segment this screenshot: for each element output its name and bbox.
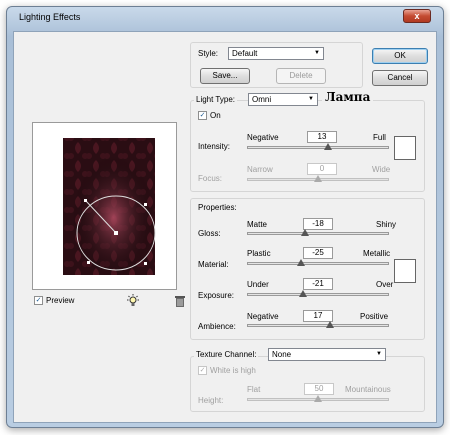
material-max-label: Metallic: [363, 249, 391, 258]
focus-max-label: Wide: [372, 165, 391, 174]
dialog-client-area: ✓ Preview OK Cancel Style: Default ▼ Sav…: [13, 31, 437, 423]
white-is-high-label: White is high: [210, 366, 256, 375]
chevron-down-icon: ▼: [308, 96, 314, 102]
save-button[interactable]: Save...: [200, 68, 250, 84]
texture-channel-value: None: [272, 350, 292, 359]
gloss-max-label: Shiny: [376, 220, 397, 229]
close-icon: x: [414, 11, 420, 21]
light-handle: [84, 199, 87, 202]
title-bar: Lighting Effects x: [7, 7, 443, 29]
lamp-annotation: Лампа: [322, 90, 374, 104]
focus-value: 0: [307, 163, 337, 175]
intensity-max-label: Full: [373, 133, 386, 142]
lighting-effects-dialog: Lighting Effects x ✓ Preview OK Cancel S…: [6, 6, 444, 428]
light-on-checkbox[interactable]: ✓: [198, 111, 207, 120]
texture-channel-label: Texture Channel:: [194, 350, 259, 359]
material-value[interactable]: -25: [303, 247, 333, 259]
slider-thumb[interactable]: [299, 290, 308, 297]
light-handle: [144, 262, 147, 265]
slider-thumb[interactable]: [325, 321, 334, 328]
close-button[interactable]: x: [403, 9, 431, 23]
height-slider: [247, 395, 389, 402]
preview-label: Preview: [46, 296, 75, 305]
exposure-label: Exposure:: [198, 291, 235, 300]
light-color-swatch[interactable]: [394, 136, 416, 160]
slider-thumb: [314, 175, 322, 182]
focus-slider: [247, 175, 389, 182]
preview-canvas[interactable]: [33, 123, 176, 289]
light-type-label: Light Type:: [194, 95, 237, 104]
intensity-slider[interactable]: [247, 143, 389, 150]
focus-label: Focus:: [198, 174, 223, 183]
delete-button[interactable]: Delete: [276, 68, 326, 84]
slider-thumb: [314, 395, 322, 402]
white-is-high-checkbox: ✓: [198, 366, 207, 375]
light-handle: [87, 261, 90, 264]
material-min-label: Plastic: [247, 249, 271, 258]
properties-title: Properties:: [198, 203, 237, 212]
height-value: 50: [304, 383, 334, 395]
light-type-dropdown-value: Omni: [252, 95, 272, 104]
height-min-label: Flat: [247, 385, 261, 394]
ok-button[interactable]: OK: [372, 48, 428, 64]
ambient-color-swatch[interactable]: [394, 259, 416, 283]
cancel-button[interactable]: Cancel: [372, 70, 428, 86]
texture-channel-dropdown[interactable]: None ▼: [268, 348, 386, 361]
material-slider[interactable]: [247, 259, 389, 266]
light-type-dropdown[interactable]: Omni ▼: [248, 93, 318, 106]
ambience-max-label: Positive: [360, 312, 389, 321]
intensity-min-label: Negative: [247, 133, 279, 142]
material-label: Material:: [198, 260, 229, 269]
ambience-slider[interactable]: [247, 321, 389, 328]
intensity-value[interactable]: 13: [307, 131, 337, 143]
style-dropdown-value: Default: [232, 49, 258, 58]
preview-panel: [32, 122, 177, 290]
exposure-min-label: Under: [247, 280, 269, 289]
exposure-slider[interactable]: [247, 290, 389, 297]
height-label: Height:: [198, 396, 224, 405]
trash-icon[interactable]: [174, 295, 186, 308]
chevron-down-icon: ▼: [376, 351, 382, 357]
slider-thumb[interactable]: [323, 143, 332, 150]
light-center-handle: [114, 231, 118, 235]
new-light-bulb-icon[interactable]: [126, 294, 140, 308]
gloss-slider[interactable]: [247, 229, 389, 236]
style-label: Style:: [198, 49, 219, 58]
gloss-label: Gloss:: [198, 229, 221, 238]
preview-checkbox[interactable]: ✓: [34, 296, 43, 305]
focus-min-label: Narrow: [247, 165, 273, 174]
height-max-label: Mountainous: [345, 385, 391, 394]
exposure-max-label: Over: [376, 280, 394, 289]
exposure-value[interactable]: -21: [303, 278, 333, 290]
style-dropdown[interactable]: Default ▼: [228, 47, 324, 60]
light-handle: [144, 203, 147, 206]
intensity-label: Intensity:: [198, 142, 231, 151]
slider-thumb[interactable]: [296, 259, 305, 266]
ambience-min-label: Negative: [247, 312, 279, 321]
slider-thumb[interactable]: [301, 229, 310, 236]
chevron-down-icon: ▼: [314, 50, 320, 56]
light-on-label: On: [210, 111, 221, 120]
ambience-label: Ambience:: [198, 322, 236, 331]
window-title: Lighting Effects: [19, 12, 81, 22]
gloss-min-label: Matte: [247, 220, 268, 229]
